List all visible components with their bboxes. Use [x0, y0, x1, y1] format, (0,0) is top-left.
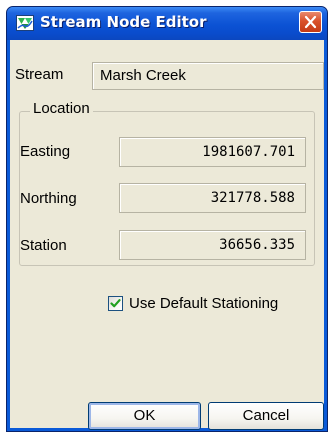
checkmark-icon [110, 299, 121, 308]
dialog-body: Stream Marsh Creek Location Easting 1981… [10, 40, 324, 430]
easting-field[interactable]: 1981607.701 [119, 137, 306, 167]
easting-label: Easting [20, 143, 71, 160]
ok-button[interactable]: OK [88, 402, 201, 430]
title-bar[interactable]: Stream Node Editor [7, 7, 327, 40]
stream-label: Stream [15, 66, 64, 83]
stream-node-editor-dialog: Stream Node Editor Stream Marsh Creek Lo… [6, 6, 328, 432]
cancel-button[interactable]: Cancel [208, 402, 324, 430]
use-default-stationing-label[interactable]: Use Default Stationing [129, 295, 278, 312]
window-title: Stream Node Editor [40, 13, 207, 31]
use-default-stationing-checkbox[interactable] [108, 296, 123, 311]
location-group-label: Location [30, 100, 93, 117]
northing-field[interactable]: 321778.588 [119, 183, 306, 213]
close-icon [304, 15, 317, 29]
stream-editor-icon [16, 15, 34, 31]
close-button[interactable] [299, 11, 322, 33]
station-field[interactable]: 36656.335 [119, 230, 306, 260]
stream-name-field[interactable]: Marsh Creek [92, 62, 324, 90]
station-label: Station [20, 237, 67, 254]
northing-label: Northing [20, 190, 77, 207]
